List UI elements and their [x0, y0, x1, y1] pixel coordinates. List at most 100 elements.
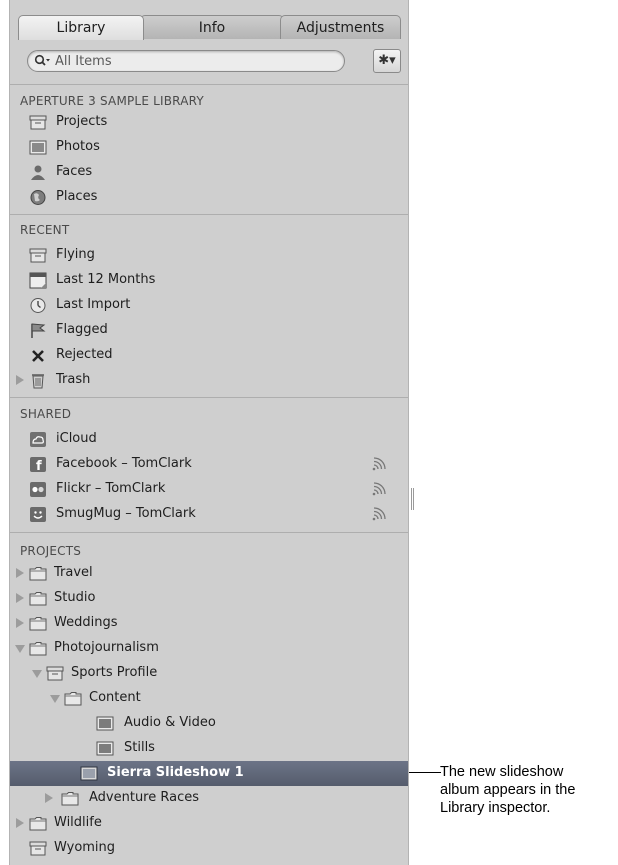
- sharing-activity-icon: [372, 457, 386, 471]
- x-icon: [32, 350, 44, 362]
- search-field[interactable]: [27, 50, 345, 72]
- folder-icon: [29, 617, 47, 631]
- sidebar-item-label: Places: [56, 189, 98, 204]
- sharing-activity-icon: [372, 507, 386, 521]
- sidebar-item-rejected[interactable]: Rejected: [10, 343, 408, 368]
- sharing-activity-icon: [372, 482, 386, 496]
- sidebar-item-label: Trash: [56, 372, 91, 387]
- sidebar-item-label: Audio & Video: [124, 715, 216, 730]
- album-item-audio-video[interactable]: Audio & Video: [10, 711, 408, 736]
- smugmug-icon: [30, 507, 46, 522]
- projects-icon: [29, 115, 47, 130]
- project-item-wildlife[interactable]: Wildlife: [10, 811, 408, 836]
- library-inspector-panel: Info Adjustments Library ✱▾ APERTURE 3 S…: [9, 0, 409, 865]
- sidebar-item-label: Faces: [56, 164, 93, 179]
- flag-icon: [31, 323, 46, 338]
- disclosure-triangle-icon[interactable]: [32, 670, 42, 678]
- tab-adjustments[interactable]: Adjustments: [280, 15, 401, 39]
- folder-icon: [29, 642, 47, 656]
- sidebar-item-label: Sports Profile: [71, 665, 158, 680]
- project-item-wyoming[interactable]: Wyoming: [10, 836, 408, 861]
- album-item-stills[interactable]: Stills: [10, 736, 408, 761]
- action-menu-button[interactable]: ✱▾: [373, 49, 401, 73]
- disclosure-triangle-icon[interactable]: [16, 593, 24, 603]
- disclosure-triangle-icon[interactable]: [16, 568, 24, 578]
- disclosure-triangle-icon[interactable]: [16, 618, 24, 628]
- tab-library[interactable]: Library: [18, 15, 144, 40]
- panel-resize-handle[interactable]: [411, 488, 414, 510]
- calendar-icon: [29, 272, 47, 289]
- sidebar-item-places[interactable]: Places: [10, 185, 408, 210]
- sidebar-item-last-import[interactable]: Last Import: [10, 293, 408, 318]
- sidebar-item-icloud[interactable]: iCloud: [10, 427, 408, 452]
- project-item-studio[interactable]: Studio: [10, 586, 408, 611]
- sidebar-item-smugmug[interactable]: SmugMug – TomClark: [10, 502, 408, 527]
- disclosure-triangle-icon[interactable]: [45, 793, 53, 803]
- section-heading-shared: SHARED: [20, 407, 72, 421]
- project-item-adventure-races[interactable]: Adventure Races: [10, 786, 408, 811]
- section-heading-library: APERTURE 3 SAMPLE LIBRARY: [20, 94, 204, 108]
- photos-icon: [29, 140, 47, 155]
- sidebar-item-label: Stills: [124, 740, 155, 755]
- sidebar-item-trash[interactable]: Trash: [10, 368, 408, 393]
- sidebar-item-label: Weddings: [54, 615, 118, 630]
- globe-icon: [30, 190, 46, 205]
- project-item-sports-profile[interactable]: Sports Profile: [10, 661, 408, 686]
- sidebar-item-projects[interactable]: Projects: [10, 110, 408, 135]
- sidebar-item-flickr[interactable]: Flickr – TomClark: [10, 477, 408, 502]
- svg-text:f: f: [36, 459, 42, 473]
- callout-line-3: Library inspector.: [440, 800, 551, 816]
- project-box-icon: [46, 666, 64, 681]
- project-item-weddings[interactable]: Weddings: [10, 611, 408, 636]
- sidebar-item-facebook[interactable]: f Facebook – TomClark: [10, 452, 408, 477]
- project-item-content[interactable]: Content: [10, 686, 408, 711]
- search-input[interactable]: [55, 52, 335, 70]
- project-item-travel[interactable]: Travel: [10, 561, 408, 586]
- flickr-icon: [30, 482, 46, 497]
- inspector-tabs: Info Adjustments Library: [18, 15, 401, 40]
- divider: [10, 84, 408, 85]
- project-box-icon: [29, 248, 47, 263]
- sidebar-item-label: Rejected: [56, 347, 113, 362]
- sidebar-item-label: Last 12 Months: [56, 272, 156, 287]
- folder-icon: [29, 592, 47, 606]
- project-item-photojournalism[interactable]: Photojournalism: [10, 636, 408, 661]
- sidebar-item-label: Photojournalism: [54, 640, 159, 655]
- folder-icon: [64, 692, 82, 706]
- sidebar-item-flagged[interactable]: Flagged: [10, 318, 408, 343]
- sidebar-item-faces[interactable]: Faces: [10, 160, 408, 185]
- sidebar-item-label: Flying: [56, 247, 95, 262]
- callout-annotation: The new slideshow album appears in the L…: [440, 763, 575, 817]
- sidebar-item-flying[interactable]: Flying: [10, 243, 408, 268]
- sidebar-item-label: iCloud: [56, 431, 97, 446]
- sidebar-item-label: Projects: [56, 114, 108, 129]
- divider: [10, 214, 408, 215]
- divider: [10, 532, 408, 533]
- section-heading-projects: PROJECTS: [20, 544, 82, 558]
- album-item-sierra-slideshow-selected[interactable]: Sierra Slideshow 1: [10, 761, 408, 786]
- icloud-icon: [30, 432, 46, 447]
- tab-info[interactable]: Info: [140, 15, 284, 39]
- disclosure-triangle-icon[interactable]: [50, 695, 60, 703]
- sidebar-item-label: Studio: [54, 590, 96, 605]
- faces-icon: [31, 165, 45, 180]
- album-icon: [96, 716, 114, 731]
- sidebar-item-label: Last Import: [56, 297, 131, 312]
- clock-icon: [30, 298, 46, 313]
- callout-line-2: album appears in the: [440, 782, 576, 798]
- callout-leader-line: [409, 772, 441, 773]
- disclosure-triangle-icon[interactable]: [15, 645, 25, 653]
- slideshow-icon: [80, 766, 98, 781]
- search-icon[interactable]: [34, 54, 50, 68]
- sidebar-item-last-12-months[interactable]: Last 12 Months: [10, 268, 408, 293]
- sidebar-item-label: Travel: [54, 565, 93, 580]
- folder-icon: [29, 567, 47, 581]
- sidebar-item-label: Flagged: [56, 322, 108, 337]
- sidebar-item-photos[interactable]: Photos: [10, 135, 408, 160]
- sidebar-item-label: Sierra Slideshow 1: [107, 765, 244, 780]
- divider: [10, 397, 408, 398]
- disclosure-triangle-icon[interactable]: [16, 375, 24, 385]
- sidebar-item-label: SmugMug – TomClark: [56, 506, 196, 521]
- facebook-icon: f: [30, 457, 46, 473]
- disclosure-triangle-icon[interactable]: [16, 818, 24, 828]
